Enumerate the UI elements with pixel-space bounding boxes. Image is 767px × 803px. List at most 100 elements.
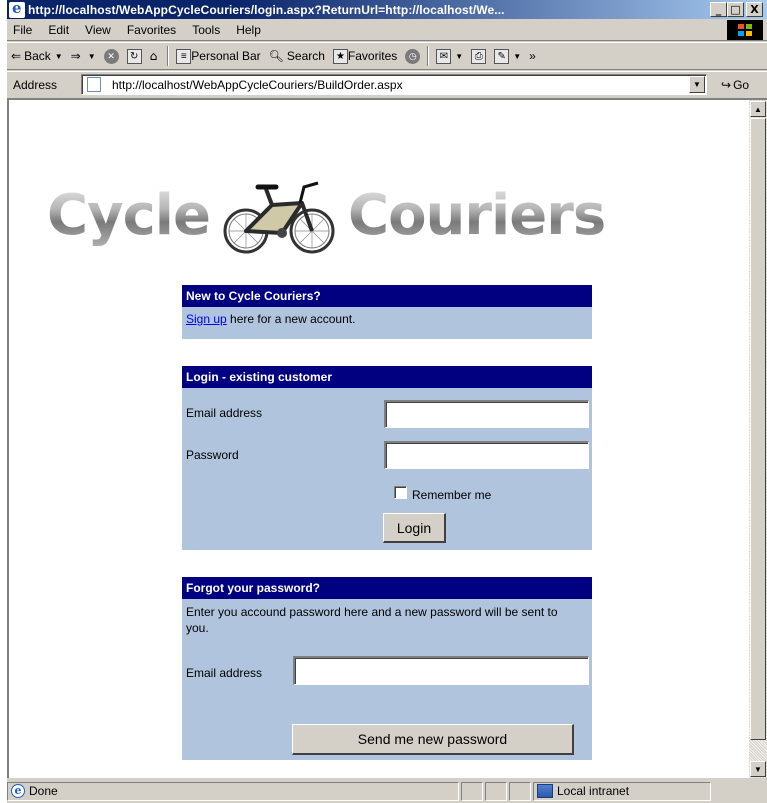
status-cell xyxy=(485,781,507,801)
intranet-icon xyxy=(537,784,553,798)
refresh-icon: ↻ xyxy=(126,48,142,64)
personal-bar-icon: ≡ xyxy=(176,48,192,64)
address-url[interactable]: http://localhost/WebAppCycleCouriers/Bui… xyxy=(112,78,403,92)
page-viewport: Cycle Couriers New to Cycle Couriers? Si… xyxy=(7,98,767,778)
status-main: e Done xyxy=(7,781,459,801)
scroll-down-icon[interactable]: ▼ xyxy=(750,761,766,777)
edit-button[interactable]: ✎ ▼ xyxy=(490,48,525,64)
go-label: Go xyxy=(733,77,750,92)
edit-icon: ✎ xyxy=(494,48,510,64)
home-button[interactable]: ⌂ xyxy=(146,49,165,63)
menu-file[interactable]: File xyxy=(7,23,40,37)
login-heading: Login - existing customer xyxy=(182,366,592,388)
forgot-password-panel: Forgot your password? Enter you accound … xyxy=(182,577,592,760)
login-panel: Login - existing customer Email address … xyxy=(182,366,592,550)
toolbar-overflow[interactable]: » xyxy=(525,49,540,63)
signup-heading: New to Cycle Couriers? xyxy=(182,285,592,307)
login-email-input[interactable] xyxy=(384,400,589,428)
standard-toolbar: ⇐ Back ▼ ⇒ ▼ ✕ ↻ ⌂ ≡ Personal Bar 🔍︎ Sea… xyxy=(7,42,767,70)
status-bar: e Done Local intranet xyxy=(7,779,767,803)
toolbar-separator xyxy=(167,46,170,66)
favorites-icon: ★ xyxy=(332,48,348,64)
back-label: Back xyxy=(24,49,51,63)
chevron-down-icon[interactable]: ▼ xyxy=(88,52,96,61)
title-bar: http://localhost/WebAppCycleCouriers/log… xyxy=(7,0,767,19)
print-button[interactable]: ⎙ xyxy=(467,48,490,64)
forgot-description: Enter you accound password here and a ne… xyxy=(186,605,558,635)
signup-link[interactable]: Sign up xyxy=(186,312,227,326)
ie-icon xyxy=(9,0,25,18)
chevron-down-icon[interactable]: ▼ xyxy=(455,52,463,61)
vertical-scrollbar[interactable]: ▲ ▼ xyxy=(749,100,767,778)
signup-body: Sign up here for a new account. xyxy=(182,307,592,331)
logo-word-right: Couriers xyxy=(347,182,606,248)
maximize-button[interactable]: □ xyxy=(727,2,744,17)
login-password-input[interactable] xyxy=(384,441,589,469)
remember-me-checkbox[interactable] xyxy=(394,486,407,499)
security-zone: Local intranet xyxy=(533,781,711,801)
search-button[interactable]: 🔍︎ Search xyxy=(265,49,329,63)
cycle-couriers-logo: Cycle Couriers xyxy=(47,175,707,255)
login-email-label: Email address xyxy=(186,406,263,420)
window-controls: _ □ X xyxy=(710,2,763,17)
forgot-email-input[interactable] xyxy=(293,656,589,685)
favorites-button[interactable]: ★ Favorites xyxy=(329,48,401,64)
go-button[interactable]: ↪ Go xyxy=(721,78,749,92)
menu-favorites[interactable]: Favorites xyxy=(119,23,184,37)
menu-help[interactable]: Help xyxy=(228,23,269,37)
address-label: Address xyxy=(13,77,58,92)
close-button[interactable]: X xyxy=(746,2,763,17)
login-button[interactable]: Login xyxy=(383,513,446,543)
zone-text: Local intranet xyxy=(557,784,630,798)
signup-panel: New to Cycle Couriers? Sign up here for … xyxy=(182,285,592,339)
print-icon: ⎙ xyxy=(471,48,487,64)
menu-tools[interactable]: Tools xyxy=(184,23,228,37)
go-arrow-icon: ↪ xyxy=(721,77,732,92)
refresh-button[interactable]: ↻ xyxy=(123,48,146,64)
back-arrow-icon: ⇐ xyxy=(11,49,22,63)
menu-view[interactable]: View xyxy=(77,23,119,37)
address-input[interactable]: http://localhost/WebAppCycleCouriers/Bui… xyxy=(81,74,707,95)
browser-window: http://localhost/WebAppCycleCouriers/log… xyxy=(5,0,767,803)
window-title: http://localhost/WebAppCycleCouriers/log… xyxy=(28,2,505,17)
stop-button[interactable]: ✕ xyxy=(100,48,123,64)
mail-icon: ✉ xyxy=(436,48,452,64)
windows-logo-icon xyxy=(727,20,763,40)
send-new-password-button[interactable]: Send me new password xyxy=(292,724,574,755)
personal-bar-button[interactable]: ≡ Personal Bar xyxy=(172,48,264,64)
chevron-down-icon[interactable]: ▼ xyxy=(513,52,521,61)
scroll-thumb[interactable] xyxy=(750,118,766,740)
status-cell xyxy=(509,781,531,801)
stop-icon: ✕ xyxy=(103,48,119,64)
history-icon: ◷ xyxy=(405,48,421,64)
menu-edit[interactable]: Edit xyxy=(40,23,77,37)
forward-arrow-icon: ⇒ xyxy=(70,49,81,63)
remember-me-label: Remember me xyxy=(412,488,492,502)
search-label: Search xyxy=(286,49,325,63)
history-button[interactable]: ◷ xyxy=(401,48,424,64)
search-icon: 🔍︎ xyxy=(268,49,284,63)
home-icon: ⌂ xyxy=(149,49,158,63)
signup-text: here for a new account. xyxy=(226,312,356,326)
toolbar-separator xyxy=(427,46,430,66)
scroll-up-icon[interactable]: ▲ xyxy=(750,101,766,117)
personal-bar-label: Personal Bar xyxy=(191,49,261,63)
forward-button[interactable]: ⇒ ▼ xyxy=(67,49,100,63)
page-icon xyxy=(87,77,101,92)
chevron-down-icon[interactable]: ▼ xyxy=(689,76,705,93)
address-bar: Address http://localhost/WebAppCycleCour… xyxy=(7,71,767,97)
status-text: Done xyxy=(29,784,58,798)
forgot-heading: Forgot your password? xyxy=(182,577,592,599)
logo-word-left: Cycle xyxy=(47,182,211,248)
bicycle-icon xyxy=(223,181,335,254)
chevron-down-icon[interactable]: ▼ xyxy=(55,52,63,61)
back-button[interactable]: ⇐ Back ▼ xyxy=(7,49,67,63)
status-cell xyxy=(461,781,483,801)
login-password-label: Password xyxy=(186,448,239,462)
menu-bar: File Edit View Favorites Tools Help xyxy=(7,19,767,41)
page-done-icon: e xyxy=(11,784,25,798)
mail-button[interactable]: ✉ ▼ xyxy=(432,48,467,64)
minimize-button[interactable]: _ xyxy=(710,2,727,17)
favorites-label: Favorites xyxy=(347,49,398,63)
forgot-email-label: Email address xyxy=(186,666,263,680)
